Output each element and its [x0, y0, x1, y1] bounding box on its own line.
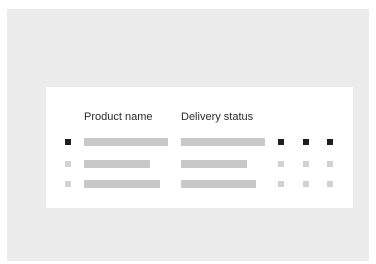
row-action-icon[interactable] [278, 139, 284, 145]
product-name-placeholder [84, 160, 150, 168]
background-canvas: Product name Delivery status [7, 9, 369, 261]
column-header-product-name[interactable]: Product name [84, 111, 152, 124]
delivery-status-placeholder [181, 160, 247, 168]
table-row[interactable] [46, 180, 353, 190]
row-action-icon[interactable] [303, 161, 309, 167]
column-header-delivery-status[interactable]: Delivery status [181, 111, 253, 124]
table-row[interactable] [46, 160, 353, 170]
row-action-icon[interactable] [327, 139, 333, 145]
table-row[interactable] [46, 138, 353, 148]
row-action-icon[interactable] [303, 181, 309, 187]
row-action-icon[interactable] [278, 181, 284, 187]
row-selected-marker[interactable] [65, 139, 71, 145]
row-action-icon[interactable] [327, 161, 333, 167]
delivery-status-placeholder [181, 138, 265, 146]
row-select-marker[interactable] [65, 161, 71, 167]
data-table-card: Product name Delivery status [46, 87, 353, 208]
row-action-icon[interactable] [303, 139, 309, 145]
row-select-marker[interactable] [65, 181, 71, 187]
delivery-status-placeholder [181, 180, 256, 188]
product-name-placeholder [84, 138, 168, 146]
row-action-icon[interactable] [327, 181, 333, 187]
product-name-placeholder [84, 180, 160, 188]
row-action-icon[interactable] [278, 161, 284, 167]
